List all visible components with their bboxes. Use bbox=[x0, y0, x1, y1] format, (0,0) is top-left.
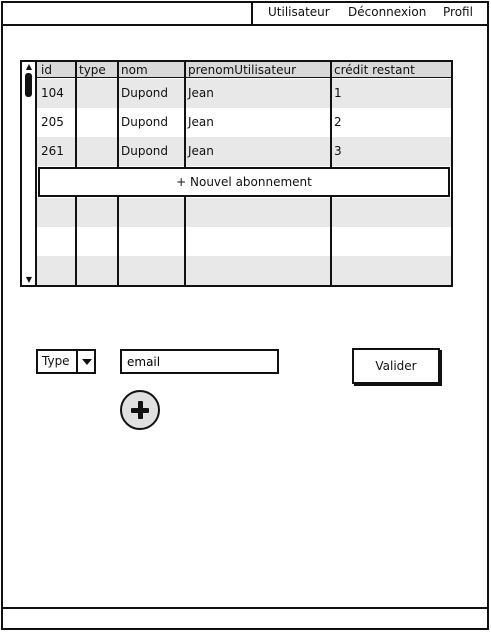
footer-border bbox=[1, 607, 489, 609]
cell-prenom: Jean bbox=[188, 144, 214, 158]
column-header-id[interactable]: id bbox=[37, 62, 75, 77]
type-select[interactable]: Type bbox=[36, 349, 96, 374]
add-button[interactable] bbox=[120, 390, 160, 430]
cell-prenom: Jean bbox=[188, 115, 214, 129]
new-subscription-button[interactable]: + Nouvel abonnement bbox=[38, 167, 450, 197]
table-row[interactable]: 205 Dupond Jean 2 bbox=[37, 108, 451, 137]
column-header-type[interactable]: type bbox=[75, 62, 117, 77]
chevron-down-icon[interactable] bbox=[82, 359, 92, 365]
cell-credit: 3 bbox=[334, 144, 342, 158]
table-row[interactable]: 104 Dupond Jean 1 bbox=[37, 79, 451, 108]
cell-type bbox=[75, 137, 117, 166]
row-stripe bbox=[37, 198, 451, 227]
column-divider bbox=[330, 62, 332, 167]
cell-type bbox=[75, 79, 117, 108]
column-header-nom[interactable]: nom bbox=[117, 62, 184, 77]
table-scrollbar[interactable]: ▲ ▼ bbox=[22, 62, 37, 285]
cell-id: 205 bbox=[41, 115, 64, 129]
valider-button[interactable]: Valider bbox=[352, 348, 440, 384]
column-divider bbox=[117, 62, 119, 167]
table-grid: id type nom prenomUtilisateur crédit res… bbox=[37, 62, 451, 285]
cell-prenom: Jean bbox=[188, 86, 214, 100]
column-divider bbox=[117, 197, 119, 285]
table-header: id type nom prenomUtilisateur crédit res… bbox=[37, 62, 451, 78]
cell-credit: 2 bbox=[334, 115, 342, 129]
nav-utilisateur[interactable]: Utilisateur bbox=[268, 5, 330, 19]
cell-nom: Dupond bbox=[121, 144, 169, 158]
cell-type bbox=[75, 108, 117, 137]
type-select-label: Type bbox=[42, 354, 70, 368]
column-header-credit[interactable]: crédit restant bbox=[330, 62, 451, 77]
plus-icon bbox=[138, 401, 143, 419]
column-divider bbox=[75, 62, 77, 167]
column-divider bbox=[330, 197, 332, 285]
subscriptions-table: ▲ ▼ id type nom prenomUtilisateur crédit… bbox=[20, 60, 453, 287]
topbar-border bbox=[1, 24, 489, 26]
nav-profil[interactable]: Profil bbox=[443, 5, 473, 19]
column-divider bbox=[75, 197, 77, 285]
table-row[interactable]: 261 Dupond Jean 3 bbox=[37, 137, 451, 166]
cell-nom: Dupond bbox=[121, 115, 169, 129]
row-stripe bbox=[37, 256, 451, 285]
column-header-prenom[interactable]: prenomUtilisateur bbox=[184, 62, 330, 77]
select-divider bbox=[76, 351, 78, 372]
column-divider bbox=[184, 62, 186, 167]
cell-id: 104 bbox=[41, 86, 64, 100]
scroll-up-icon[interactable]: ▲ bbox=[24, 63, 34, 71]
cell-nom: Dupond bbox=[121, 86, 169, 100]
topbar-divider bbox=[251, 1, 253, 25]
email-field[interactable] bbox=[120, 349, 279, 374]
cell-id: 261 bbox=[41, 144, 64, 158]
scroll-down-icon[interactable]: ▼ bbox=[24, 276, 34, 284]
scroll-thumb[interactable] bbox=[25, 73, 32, 97]
cell-credit: 1 bbox=[334, 86, 342, 100]
nav-deconnexion[interactable]: Déconnexion bbox=[348, 5, 426, 19]
column-divider bbox=[184, 197, 186, 285]
